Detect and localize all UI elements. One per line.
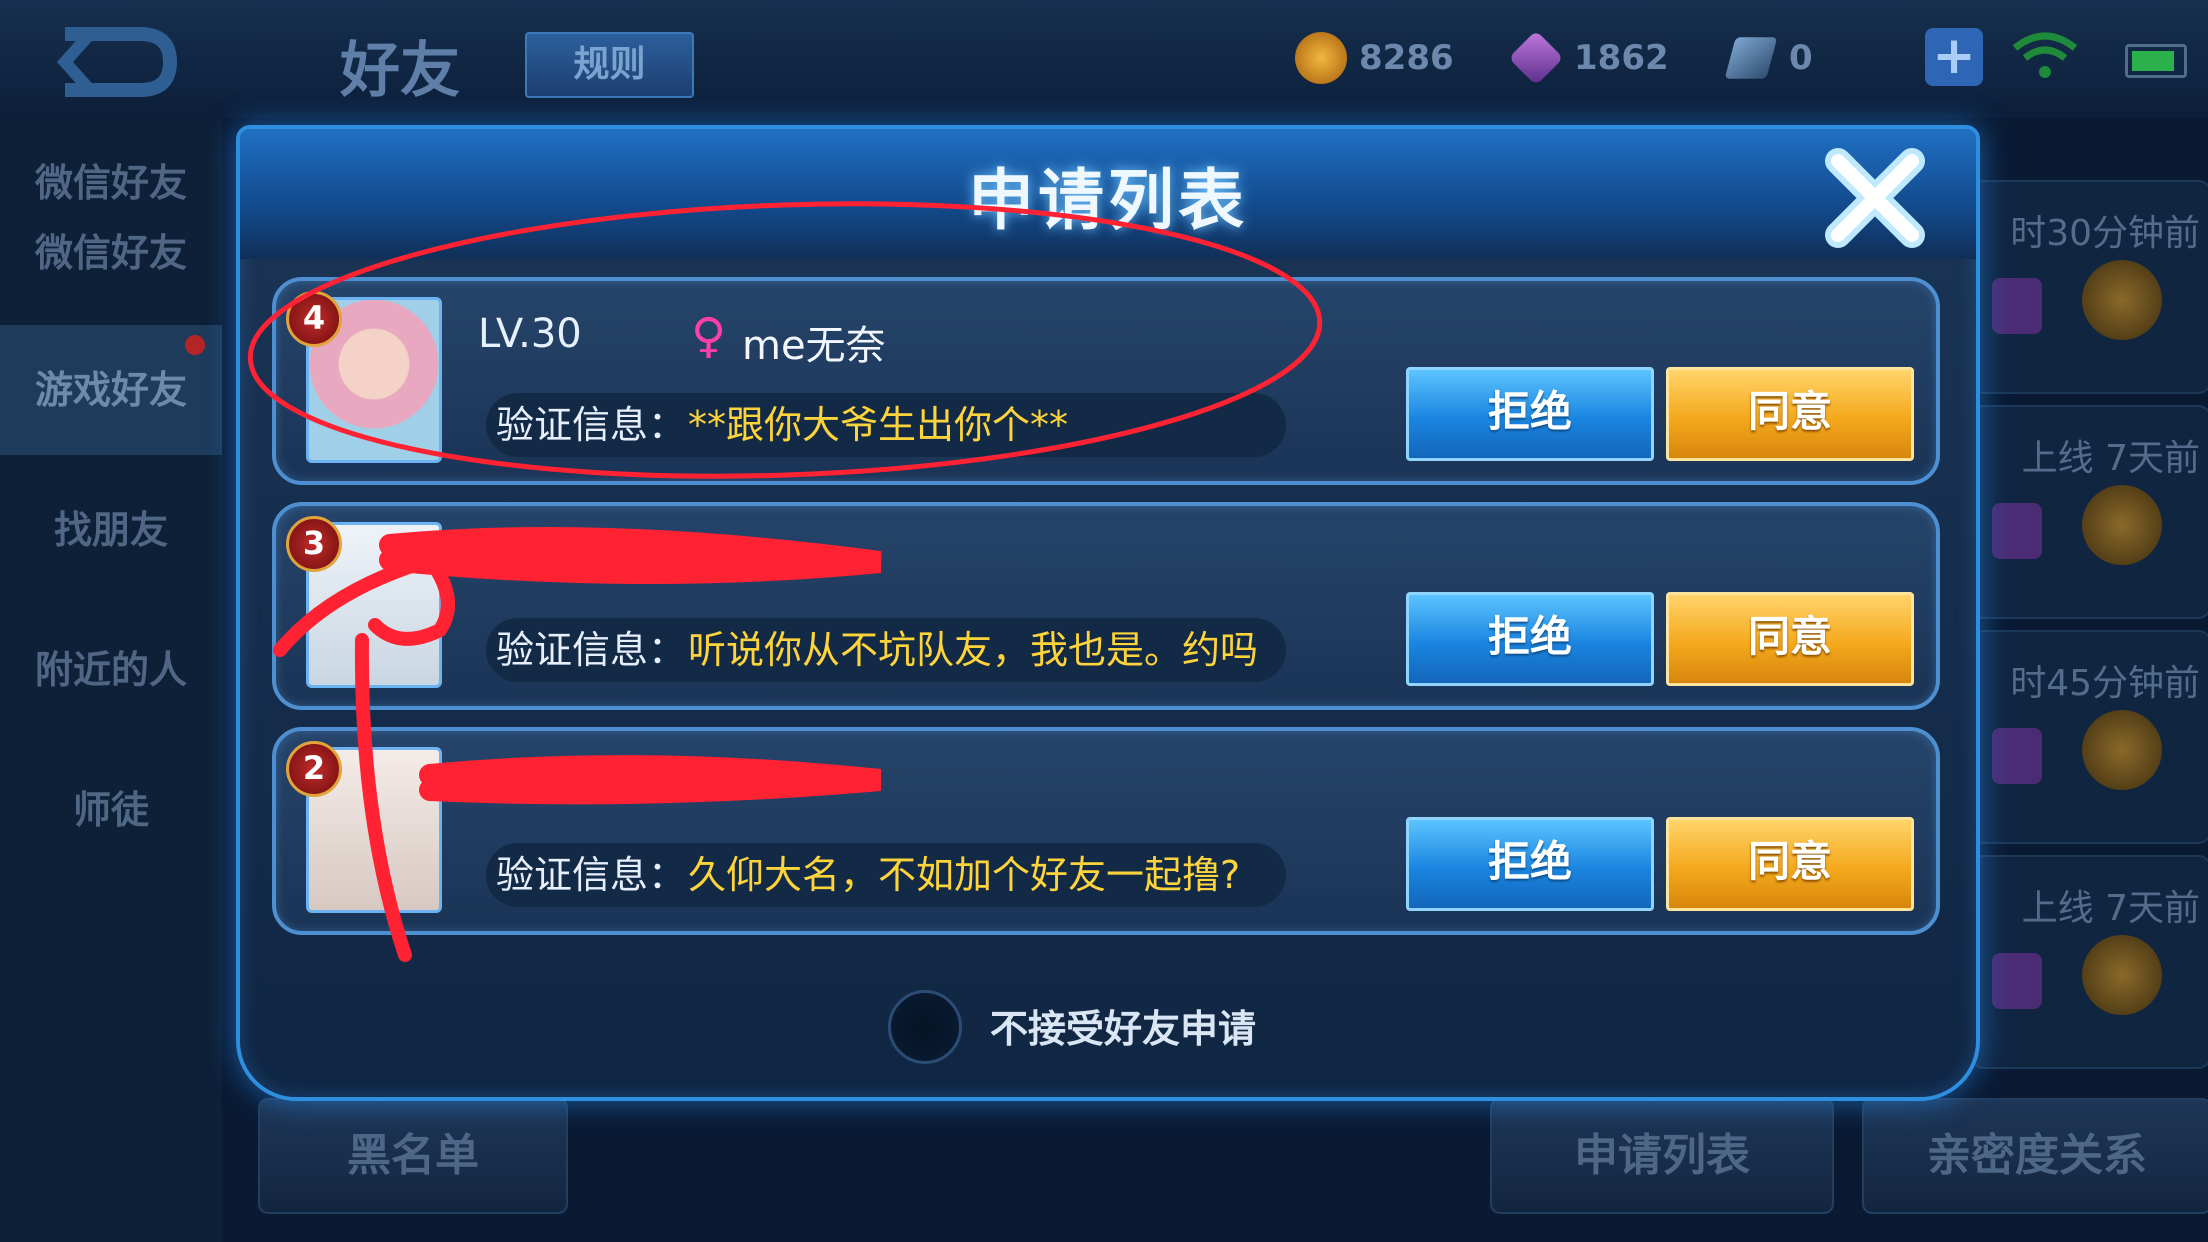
last-online: 上线 7天前 xyxy=(2021,438,2200,479)
ticket-amount: 0 xyxy=(1789,38,1813,78)
intimacy-button[interactable]: 亲密度关系 xyxy=(1862,1098,2208,1214)
rank-badge: 2 xyxy=(286,741,342,797)
close-icon[interactable] xyxy=(1820,143,1930,253)
nav-nearby-people[interactable]: 附近的人 xyxy=(0,605,222,735)
verify-message: **跟你大爷生出你个** xyxy=(688,403,1069,447)
nav-wechat-friends[interactable]: 微信好友 xyxy=(0,188,222,318)
ticket-counter: 0 xyxy=(1724,30,1813,86)
gem-amount: 1862 xyxy=(1574,38,1669,78)
heart-icon xyxy=(1992,953,2042,1009)
verify-message: 听说你从不坑队友，我也是。约吗 xyxy=(688,628,1259,672)
gold-coin-icon xyxy=(1295,32,1347,84)
nav-find-friends[interactable]: 找朋友 xyxy=(0,465,222,595)
decline-requests-label: 不接受好友申请 xyxy=(990,1007,1257,1051)
last-online: 时45分钟前 xyxy=(2010,663,2200,704)
rank-badge: 4 xyxy=(286,291,342,347)
request-card: 2 验证信息： 久仰大名，不如加个好友一起撸? 拒绝 同意 xyxy=(272,727,1940,935)
nav-mentorship[interactable]: 师徒 xyxy=(0,745,222,875)
player-level: LV.30 xyxy=(478,311,582,357)
accept-button[interactable]: 同意 xyxy=(1666,592,1914,686)
battery-icon xyxy=(2125,44,2187,78)
decline-requests-toggle[interactable] xyxy=(888,990,962,1064)
gift-coin-icon[interactable] xyxy=(2082,485,2162,565)
gold-counter: 8286 xyxy=(1295,30,1454,86)
reject-button[interactable]: 拒绝 xyxy=(1406,367,1654,461)
verify-label: 验证信息： xyxy=(496,403,687,447)
modal-header: 申请列表 xyxy=(240,129,1976,259)
gem-counter: 1862 xyxy=(1508,30,1669,86)
rank-badge: 3 xyxy=(286,516,342,572)
request-card: 3 验证信息： 听说你从不坑队友，我也是。约吗 拒绝 同意 xyxy=(272,502,1940,710)
list-item[interactable]: 上线 7天前 xyxy=(1970,855,2208,1069)
female-icon: ♀ xyxy=(691,308,727,364)
heart-icon xyxy=(1992,728,2042,784)
apply-list-button[interactable]: 申请列表 xyxy=(1490,1098,1834,1214)
heart-icon xyxy=(1992,278,2042,334)
gold-amount: 8286 xyxy=(1359,38,1454,78)
request-card: 4 LV.30 ♀ me无奈 验证信息： **跟你大爷生出你个** 拒绝 同意 xyxy=(272,277,1940,485)
accept-button[interactable]: 同意 xyxy=(1666,817,1914,911)
list-item[interactable]: 上线 7天前 xyxy=(1970,405,2208,619)
reject-button[interactable]: 拒绝 xyxy=(1406,592,1654,686)
diamond-icon xyxy=(1508,30,1564,86)
heart-icon xyxy=(1992,503,2042,559)
wifi-icon xyxy=(2012,32,2078,78)
top-bar: 好友 规则 8286 1862 0 + xyxy=(0,0,2208,118)
rules-button[interactable]: 规则 xyxy=(525,32,694,98)
player-name: me无奈 xyxy=(742,323,886,369)
reject-button[interactable]: 拒绝 xyxy=(1406,817,1654,911)
verify-label: 验证信息： xyxy=(496,628,687,672)
friend-list-right: 时30分钟前 上线 7天前 时45分钟前 上线 7天前 xyxy=(1970,180,2208,1069)
verify-message: 久仰大名，不如加个好友一起撸? xyxy=(688,853,1241,897)
gift-coin-icon[interactable] xyxy=(2082,260,2162,340)
gift-coin-icon[interactable] xyxy=(2082,935,2162,1015)
gift-coin-icon[interactable] xyxy=(2082,710,2162,790)
notification-dot xyxy=(185,335,205,355)
back-arrow-icon[interactable] xyxy=(50,22,180,102)
accept-button[interactable]: 同意 xyxy=(1666,367,1914,461)
list-item[interactable]: 时30分钟前 xyxy=(1970,180,2208,394)
last-online: 上线 7天前 xyxy=(2021,888,2200,929)
list-item[interactable]: 时45分钟前 xyxy=(1970,630,2208,844)
last-online: 时30分钟前 xyxy=(2010,213,2200,254)
verify-label: 验证信息： xyxy=(496,853,687,897)
modal-title: 申请列表 xyxy=(968,162,1248,239)
blacklist-button[interactable]: 黑名单 xyxy=(258,1098,568,1214)
recharge-plus-button[interactable]: + xyxy=(1925,28,1983,86)
page-title: 好友 xyxy=(340,36,460,106)
ticket-icon xyxy=(1724,37,1778,79)
